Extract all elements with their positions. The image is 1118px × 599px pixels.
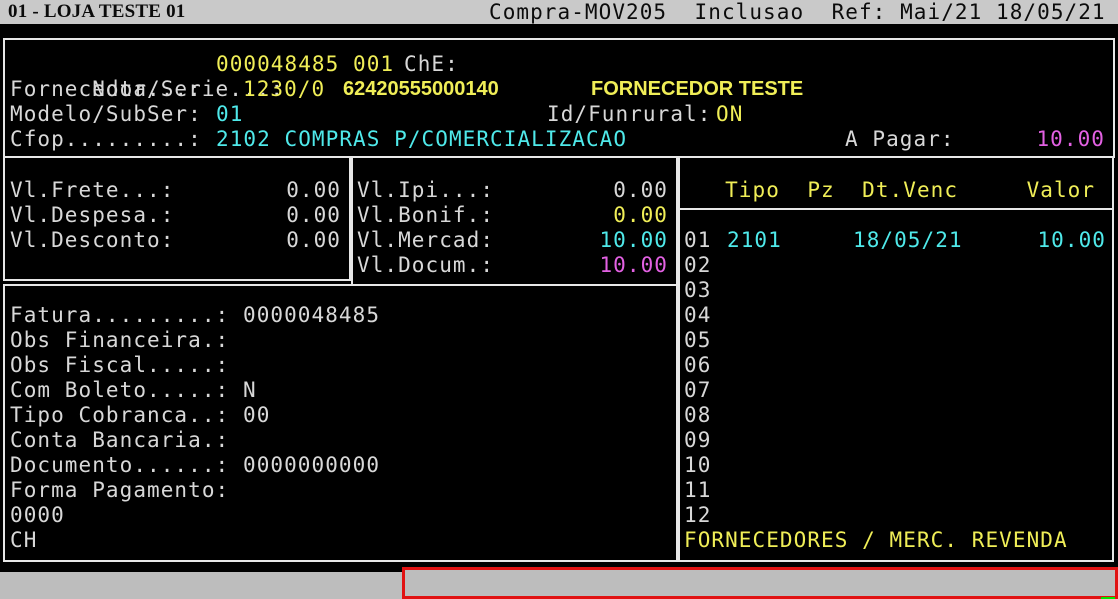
forma-pagamento-type: CH — [10, 528, 37, 553]
installments-box: Tipo Pz Dt.Venc Valor 01 2101 18/05/21 1… — [678, 156, 1114, 562]
row-number: 01 — [684, 228, 711, 253]
window-title: Compra-MOV205 Inclusao Ref: Mai/21 18/05… — [489, 0, 1106, 24]
modelo-subser-label: Modelo/SubSer: — [10, 102, 202, 127]
status-line: ==================> Continua PROCESSAMEN… — [416, 570, 1118, 596]
row-number: 08 — [684, 403, 711, 428]
vl-desconto-label: Vl.Desconto: — [10, 228, 174, 253]
fatura-value: 0000048485 — [243, 303, 380, 328]
row-venc: 18/05/21 — [853, 228, 963, 253]
vl-desconto-value: 0.00 — [286, 228, 341, 253]
funrural-label: Id/Funrural: — [547, 102, 711, 127]
che-label: ChE: — [404, 52, 459, 77]
vl-docum-label: Vl.Docum.: — [357, 253, 494, 278]
vl-mercad-value: 10.00 — [599, 228, 668, 253]
vl-despesa-value: 0.00 — [286, 203, 341, 228]
row-valor: 10.00 — [1037, 228, 1106, 253]
a-pagar-label: A Pagar: — [845, 127, 955, 152]
fornecedor-label: Fornecedor...: — [10, 77, 202, 102]
vl-mercad-label: Vl.Mercad: — [357, 228, 494, 253]
conta-bancaria-label: Conta Bancaria.: — [10, 428, 229, 453]
row-number: 04 — [684, 303, 711, 328]
com-boleto-label: Com Boleto.....: — [10, 378, 229, 403]
row-number: 06 — [684, 353, 711, 378]
installments-header: Tipo Pz Dt.Venc Valor — [684, 178, 1095, 203]
row-number: 09 — [684, 428, 711, 453]
store-label: 01 - LOJA TESTE 01 — [8, 1, 185, 23]
vl-bonif-value: 0.00 — [613, 203, 668, 228]
fatura-label: Fatura.........: — [10, 303, 229, 328]
row-number: 07 — [684, 378, 711, 403]
forma-pagamento-code: 0000 — [10, 503, 65, 528]
vl-despesa-label: Vl.Despesa.: — [10, 203, 174, 228]
vl-frete-value: 0.00 — [286, 178, 341, 203]
cfop-value: 2102 COMPRAS P/COMERCIALIZACAO — [216, 127, 627, 152]
vl-ipi-label: Vl.Ipi...: — [357, 178, 494, 203]
installments-header-divider — [680, 208, 1112, 210]
vl-ipi-value: 0.00 — [613, 178, 668, 203]
tipo-cobranca-value: 00 — [243, 403, 270, 428]
row-number: 05 — [684, 328, 711, 353]
row-number: 10 — [684, 453, 711, 478]
terminal-screen: 01 - LOJA TESTE 01 Compra-MOV205 Inclusa… — [0, 0, 1118, 599]
details-box: Fatura.........: 0000048485 Obs Financei… — [3, 284, 678, 562]
row-number: 11 — [684, 478, 711, 503]
row-tipo: 2101 — [727, 228, 782, 253]
vl-docum-value: 10.00 — [599, 253, 668, 278]
header-box: Nota/Serie...: 000048485 001 ChE: Fornec… — [3, 38, 1115, 158]
tipo-cobranca-label: Tipo Cobranca..: — [10, 403, 229, 428]
status-prompt-box: ==================> Continua PROCESSAMEN… — [402, 567, 1118, 599]
vl-frete-label: Vl.Frete...: — [10, 178, 174, 203]
a-pagar-value: 10.00 — [1036, 127, 1105, 152]
row-number: 03 — [684, 278, 711, 303]
fornecedor-code-value: 1230/0 — [243, 77, 325, 102]
funrural-value: ON — [716, 102, 743, 127]
documento-value: 0000000000 — [243, 453, 380, 478]
documento-label: Documento......: — [10, 453, 229, 478]
row-number: 02 — [684, 253, 711, 278]
com-boleto-value: N — [243, 378, 257, 403]
obs-fiscal-label: Obs Fiscal.....: — [10, 353, 229, 378]
modelo-subser-value: 01 — [216, 102, 243, 127]
fornecedor-cnpj-value: 62420555000140 — [343, 77, 499, 102]
vl-bonif-label: Vl.Bonif.: — [357, 203, 494, 228]
row-number: 12 — [684, 503, 711, 528]
cfop-label: Cfop.........: — [10, 127, 202, 152]
installments-footer: FORNECEDORES / MERC. REVENDA — [684, 528, 1068, 553]
obs-financeira-label: Obs Financeira.: — [10, 328, 229, 353]
totals-box-left: Vl.Frete...: 0.00 Vl.Despesa.: 0.00 Vl.D… — [3, 156, 351, 281]
nota-serie-value: 000048485 001 — [216, 52, 394, 77]
totals-box-right: Vl.Ipi...: 0.00 Vl.Bonif.: 0.00 Vl.Merca… — [351, 156, 678, 287]
fornecedor-name-value: FORNECEDOR TESTE — [591, 77, 803, 102]
title-bar: 01 - LOJA TESTE 01 Compra-MOV205 Inclusa… — [0, 0, 1118, 24]
forma-pagamento-label: Forma Pagamento: — [10, 478, 229, 503]
